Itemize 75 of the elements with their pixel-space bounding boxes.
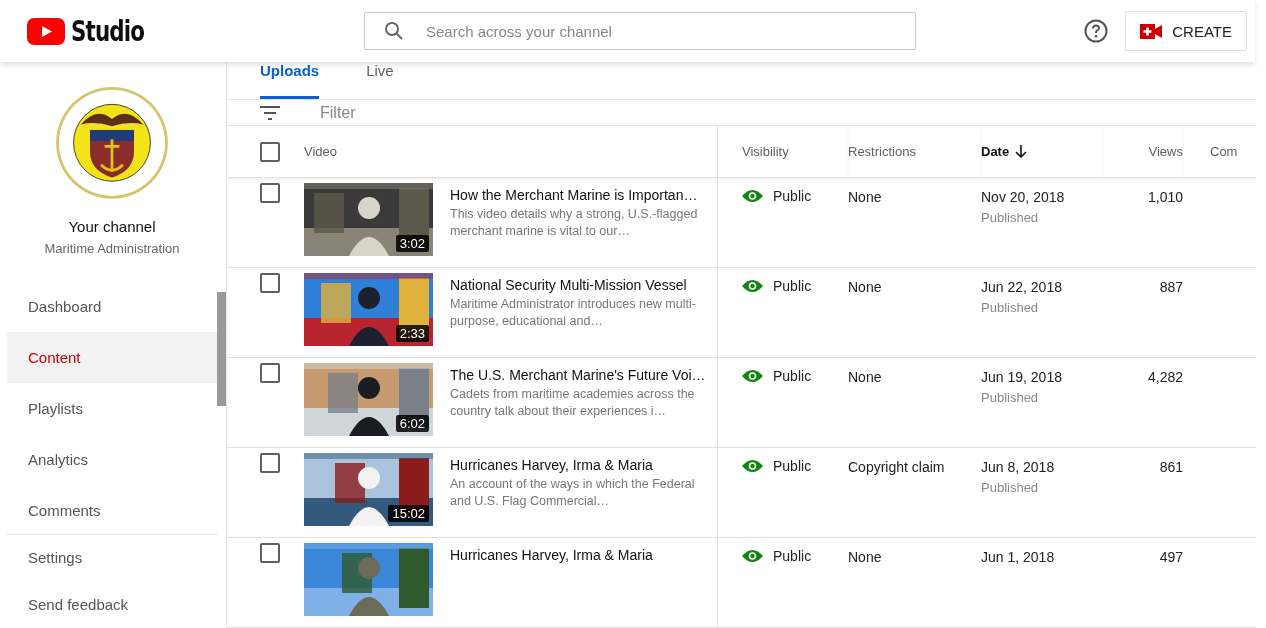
column-header[interactable]: Com <box>1210 144 1238 159</box>
views-count: 4,282 <box>1147 369 1183 385</box>
visibility-text[interactable]: Public <box>773 278 812 294</box>
video-title[interactable]: Hurricanes Harvey, Irma & Maria <box>450 547 710 563</box>
search-icon <box>384 21 404 41</box>
restrictions-text: None <box>848 369 882 385</box>
sidebar-item[interactable]: Playlists <box>7 382 217 434</box>
channel-name: Maritime Administration <box>43 240 181 256</box>
column-header[interactable]: Date <box>981 144 1010 159</box>
video-title[interactable]: The U.S. Merchant Marine's Future Voi… <box>450 367 710 383</box>
sidebar-item[interactable]: Send feedback <box>7 581 217 628</box>
video-camera-icon <box>1140 23 1163 39</box>
sort-arrow-icon[interactable] <box>1015 145 1028 158</box>
date-text: Jun 19, 2018 <box>981 369 1063 385</box>
sidebar-item[interactable]: Comments <box>7 484 217 536</box>
eye-icon <box>742 369 763 383</box>
restrictions-text: Copyright claim <box>848 459 945 475</box>
logo-text: Studio <box>71 14 145 48</box>
restrictions-text: None <box>848 279 882 295</box>
filter-icon[interactable] <box>259 104 281 121</box>
tab[interactable]: Live <box>366 62 394 99</box>
visibility-text[interactable]: Public <box>773 458 812 474</box>
sidebar-item[interactable]: Settings <box>7 534 217 582</box>
checkbox[interactable] <box>260 543 280 563</box>
search-field[interactable]: Search across your channel <box>364 12 916 50</box>
eye-icon <box>742 279 763 293</box>
scrollbar-thumb[interactable] <box>217 292 226 406</box>
status-text: Published <box>981 300 1040 315</box>
video-description: An account of the ways in which the Federal and U.S. Flag Commercial… <box>450 476 696 510</box>
date-text: Jun 1, 2018 <box>981 549 1056 565</box>
duration-badge: 3:02 <box>395 235 429 252</box>
channel-title: Your channel <box>67 217 157 235</box>
video-title[interactable]: How the Merchant Marine is Importan… <box>450 187 710 203</box>
sidebar-item[interactable]: Content <box>7 331 217 383</box>
date-text: Nov 20, 2018 <box>981 189 1066 205</box>
video-title[interactable]: National Security Multi-Mission Vessel <box>450 277 710 293</box>
eye-icon <box>742 459 763 473</box>
video-title[interactable]: Hurricanes Harvey, Irma & Maria <box>450 457 710 473</box>
column-header[interactable]: Visibility <box>742 144 789 159</box>
views-count: 1,010 <box>1147 189 1183 205</box>
status-text: Published <box>981 480 1040 495</box>
views-count: 861 <box>1159 459 1183 475</box>
checkbox[interactable] <box>260 363 280 383</box>
duration-badge: 15:02 <box>388 505 429 522</box>
visibility-text[interactable]: Public <box>773 368 812 384</box>
tab[interactable]: Uploads <box>260 62 320 99</box>
restrictions-text: None <box>848 189 882 205</box>
column-header[interactable]: Video <box>304 144 337 159</box>
video-description: This video details why a strong, U.S.-flagged merchant marine is vital to our… <box>450 206 699 240</box>
visibility-text[interactable]: Public <box>773 188 812 204</box>
status-text: Published <box>981 390 1040 405</box>
duration-badge: 6:02 <box>395 415 429 432</box>
play-logo-icon[interactable] <box>27 17 65 45</box>
help-icon[interactable] <box>1083 18 1110 44</box>
status-text: Published <box>981 210 1040 225</box>
video-description: Maritime Administrator introduces new multi-purpose, educational and… <box>450 296 697 330</box>
checkbox[interactable] <box>260 273 280 293</box>
visibility-text[interactable]: Public <box>773 548 812 564</box>
sidebar-item[interactable]: Dashboard <box>7 280 217 332</box>
views-count: 497 <box>1159 549 1183 565</box>
views-count: 887 <box>1159 279 1183 295</box>
checkbox[interactable] <box>260 183 280 203</box>
sidebar-item[interactable]: Analytics <box>7 433 217 485</box>
restrictions-text: None <box>848 549 882 565</box>
date-text: Jun 22, 2018 <box>981 279 1063 295</box>
date-text: Jun 8, 2018 <box>981 459 1056 475</box>
checkbox[interactable] <box>260 453 280 473</box>
checkbox[interactable] <box>260 141 280 162</box>
eye-icon <box>742 549 763 563</box>
duration-badge: 2:33 <box>395 325 429 342</box>
column-header[interactable]: Restrictions <box>848 144 916 159</box>
video-description: Cadets from maritime academies across the country talk about their experiences i… <box>450 386 696 420</box>
eye-icon <box>742 189 763 203</box>
create-button[interactable]: CREATE <box>1125 11 1247 51</box>
column-header[interactable]: Views <box>1148 144 1183 159</box>
